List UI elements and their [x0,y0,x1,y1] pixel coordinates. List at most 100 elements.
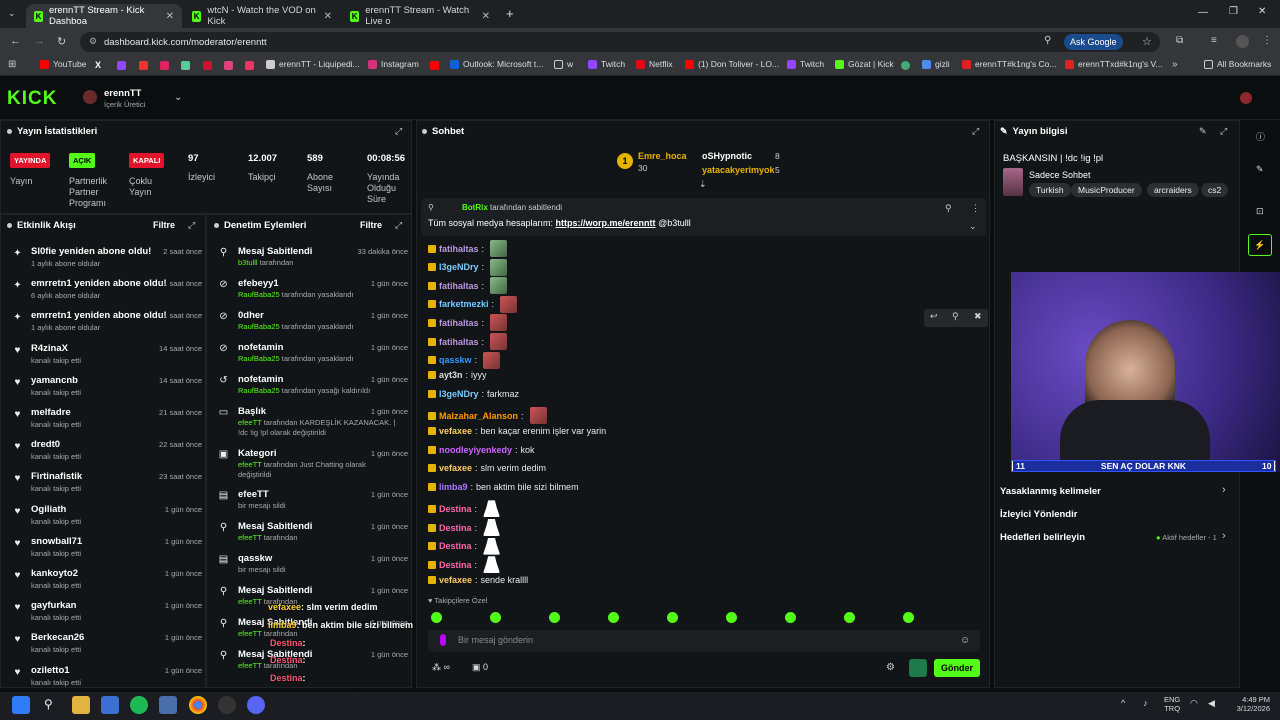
chat-username[interactable]: qasskw [439,355,472,365]
tag[interactable]: MusicProducer [1071,183,1142,197]
quick-action-icon[interactable]: ⚡ [1248,234,1272,256]
mod-action-item[interactable]: ↺ nofetamin RaufBaba25 tarafından yasağı… [218,374,408,404]
forward-icon[interactable]: → [34,35,45,47]
mod-action-item[interactable]: ⊘ nofetamin RaufBaba25 tarafından yasakl… [218,342,408,372]
activity-item[interactable]: ♥ R4zinaX kanalı takip etti 14 saat önce [12,343,202,375]
mod-action-item[interactable]: ⚲ Mesaj Sabitlendi efeeTT tarafından 1 g… [218,649,408,679]
set-goals-link[interactable]: Hedefleri belirleyin [1000,532,1085,543]
mod-action-item[interactable]: ▤ efeeTT bir mesajı sildi 1 gün önce [218,489,408,519]
bookmark-icon[interactable] [139,61,148,70]
tag[interactable]: cs2 [1201,183,1229,197]
bookmark-instagram[interactable]: Instagram [368,59,419,69]
chat-message[interactable]: l3geNDry: farkmaz [428,389,519,399]
activity-item[interactable]: ♥ snowball71 kanalı takip etti 1 gün önc… [12,536,202,568]
chat-message[interactable]: l3geNDry: [428,258,508,276]
zoom-icon[interactable]: ⚲ [1044,35,1051,46]
language-indicator[interactable]: ENG TRQ [1164,695,1180,713]
close-icon[interactable]: ✕ [482,11,490,22]
mod-action-item[interactable]: ▣ Kategori efeeTT tarafından Just Chatti… [218,448,408,479]
bookmark-twitch[interactable]: Twitch [588,59,625,69]
windows-start-icon[interactable] [12,696,30,714]
chat-username[interactable]: fatihaltas [439,318,479,328]
search-icon[interactable]: ⚲ [44,697,53,711]
bookmark-don-toliver[interactable]: (1) Don Toliver - LO... [685,59,779,69]
file-explorer-icon[interactable] [72,696,90,714]
chat-message[interactable]: Destina: [428,537,501,555]
chat-username[interactable]: l3geNDry [439,262,479,272]
capture-icon[interactable]: ⊡ [1256,206,1264,217]
chat-message[interactable]: Destina: [428,519,501,536]
chat-input-placeholder[interactable]: Bir mesaj gönderin [458,635,533,645]
mic-icon[interactable] [440,634,446,646]
bookmark-icon[interactable] [160,61,169,70]
tag[interactable]: arcraiders [1147,183,1199,197]
bookmark-liquipedia[interactable]: erennTT - Liquipedi... [266,59,360,69]
chat-message[interactable]: limba9: ben aktim bile sizi bilmem [428,482,579,492]
mod-action-item[interactable]: ▭ Başlık efeeTT tarafından KARDEŞLİK KAZ… [218,406,408,437]
apps-icon[interactable]: ⊞ [8,59,16,70]
volume-icon[interactable]: ◀ [1208,698,1215,709]
bookmark-icon[interactable] [203,61,212,70]
reload-icon[interactable]: ↻ [57,35,66,48]
kick-logo[interactable]: KICK [7,88,57,110]
media-icon[interactable]: ≡ [1211,35,1217,46]
chat-message[interactable]: Malzahar_Alanson: [428,407,547,425]
activity-item[interactable]: ♥ melfadre kanalı takip etti 21 saat önc… [12,407,202,439]
chat-username[interactable]: ayt3n [439,370,463,380]
activity-filter-button[interactable]: Filtre [153,220,175,230]
chat-message[interactable]: Destina: [428,556,501,574]
activity-item[interactable]: ♥ kankoyto2 kanalı takip etti 1 gün önce [12,568,202,600]
popout-icon[interactable]: ⤢ [395,126,402,137]
chat-message[interactable]: fatihaltas: [428,314,508,332]
popout-icon[interactable]: ⤢ [188,220,195,231]
activity-item[interactable]: ♥ Ogiliath kanalı takip etti 1 gün önce [12,504,202,536]
chat-username[interactable]: Destina [439,504,472,514]
chat-username[interactable]: vefaxee [439,575,472,585]
chat-message[interactable]: noodleyiyenkedy: kok [428,445,535,455]
extensions-icon[interactable]: ⧉ [1176,35,1183,46]
wifi-icon[interactable]: ◠ [1190,698,1198,709]
bookmark-icon[interactable] [224,61,233,70]
activity-item[interactable]: ♥ Berkecan26 kanalı takip etti 1 gün önc… [12,632,202,664]
spotify-icon[interactable] [130,696,148,714]
viewer-redirect-link[interactable]: İzleyici Yönlendir [1000,509,1077,520]
emote[interactable] [483,519,501,536]
mod-action-item[interactable]: ⊘ 0dher RaufBaba25 tarafından yasaklandı… [218,310,408,340]
chat-username[interactable]: noodleyiyenkedy [439,445,512,455]
activity-item[interactable]: ♥ yamancnb kanalı takip etti 14 saat önc… [12,375,202,407]
emote-bar[interactable] [431,612,962,624]
chat-username[interactable]: l3geNDry [439,389,479,399]
activity-item[interactable]: ♥ Firtinafistik kanalı takip etti 23 saa… [12,471,202,503]
ask-google-button[interactable]: Ask Google [1064,34,1123,50]
bookmark-star-icon[interactable]: ☆ [1142,35,1152,48]
activity-item[interactable]: ✦ emrretn1 yeniden abone oldu! 1 aylık a… [12,310,202,342]
chat-username[interactable]: vefaxee [439,426,472,436]
close-icon[interactable]: ✕ [166,11,174,22]
chat-message[interactable]: farketmezki: [428,295,518,313]
minimize-icon[interactable]: — [1198,7,1208,18]
bookmark-outlook[interactable]: Outlook: Microsoft t... [450,59,543,69]
emote[interactable] [490,258,508,276]
url-text[interactable]: dashboard.kick.com/moderator/erenntt [104,37,267,48]
x-icon[interactable]: X [95,60,101,70]
chat-username[interactable]: Destina [439,523,472,533]
bookmark-erenntt-v[interactable]: erennTTxd#k1ng's V... [1065,59,1162,69]
window-close-icon[interactable]: ✕ [1258,6,1266,17]
chat-message[interactable]: vefaxee: slm verim dedim [428,463,546,473]
emote[interactable] [529,407,547,425]
chat-username[interactable]: farketmezki [439,299,489,309]
delete-icon[interactable]: ✖ [974,311,982,322]
tab-wtcn-vod[interactable]: K wtcN - Watch the VOD on Kick ✕ [184,4,340,28]
chat-message[interactable]: qasskw: [428,351,501,369]
chevron-down-icon[interactable]: ⌄ [174,92,182,103]
chat-username[interactable]: fatihaltas [439,244,479,254]
mod-action-item[interactable]: ▤ qasskw bir mesajı sildi 1 gün önce [218,553,408,583]
chat-username[interactable]: Destina [439,541,472,551]
chat-username[interactable]: vefaxee [439,463,472,473]
tab-kick-dashboard[interactable]: K erennTT Stream - Kick Dashboa ✕ [26,4,182,28]
activity-item[interactable]: ♥ dredt0 kanalı takip etti 22 saat önce [12,439,202,471]
chevron-right-icon[interactable]: › [1222,484,1226,496]
emote[interactable] [490,277,508,295]
tray-chevron-icon[interactable]: ^ [1121,698,1125,708]
store-icon[interactable] [101,696,119,714]
